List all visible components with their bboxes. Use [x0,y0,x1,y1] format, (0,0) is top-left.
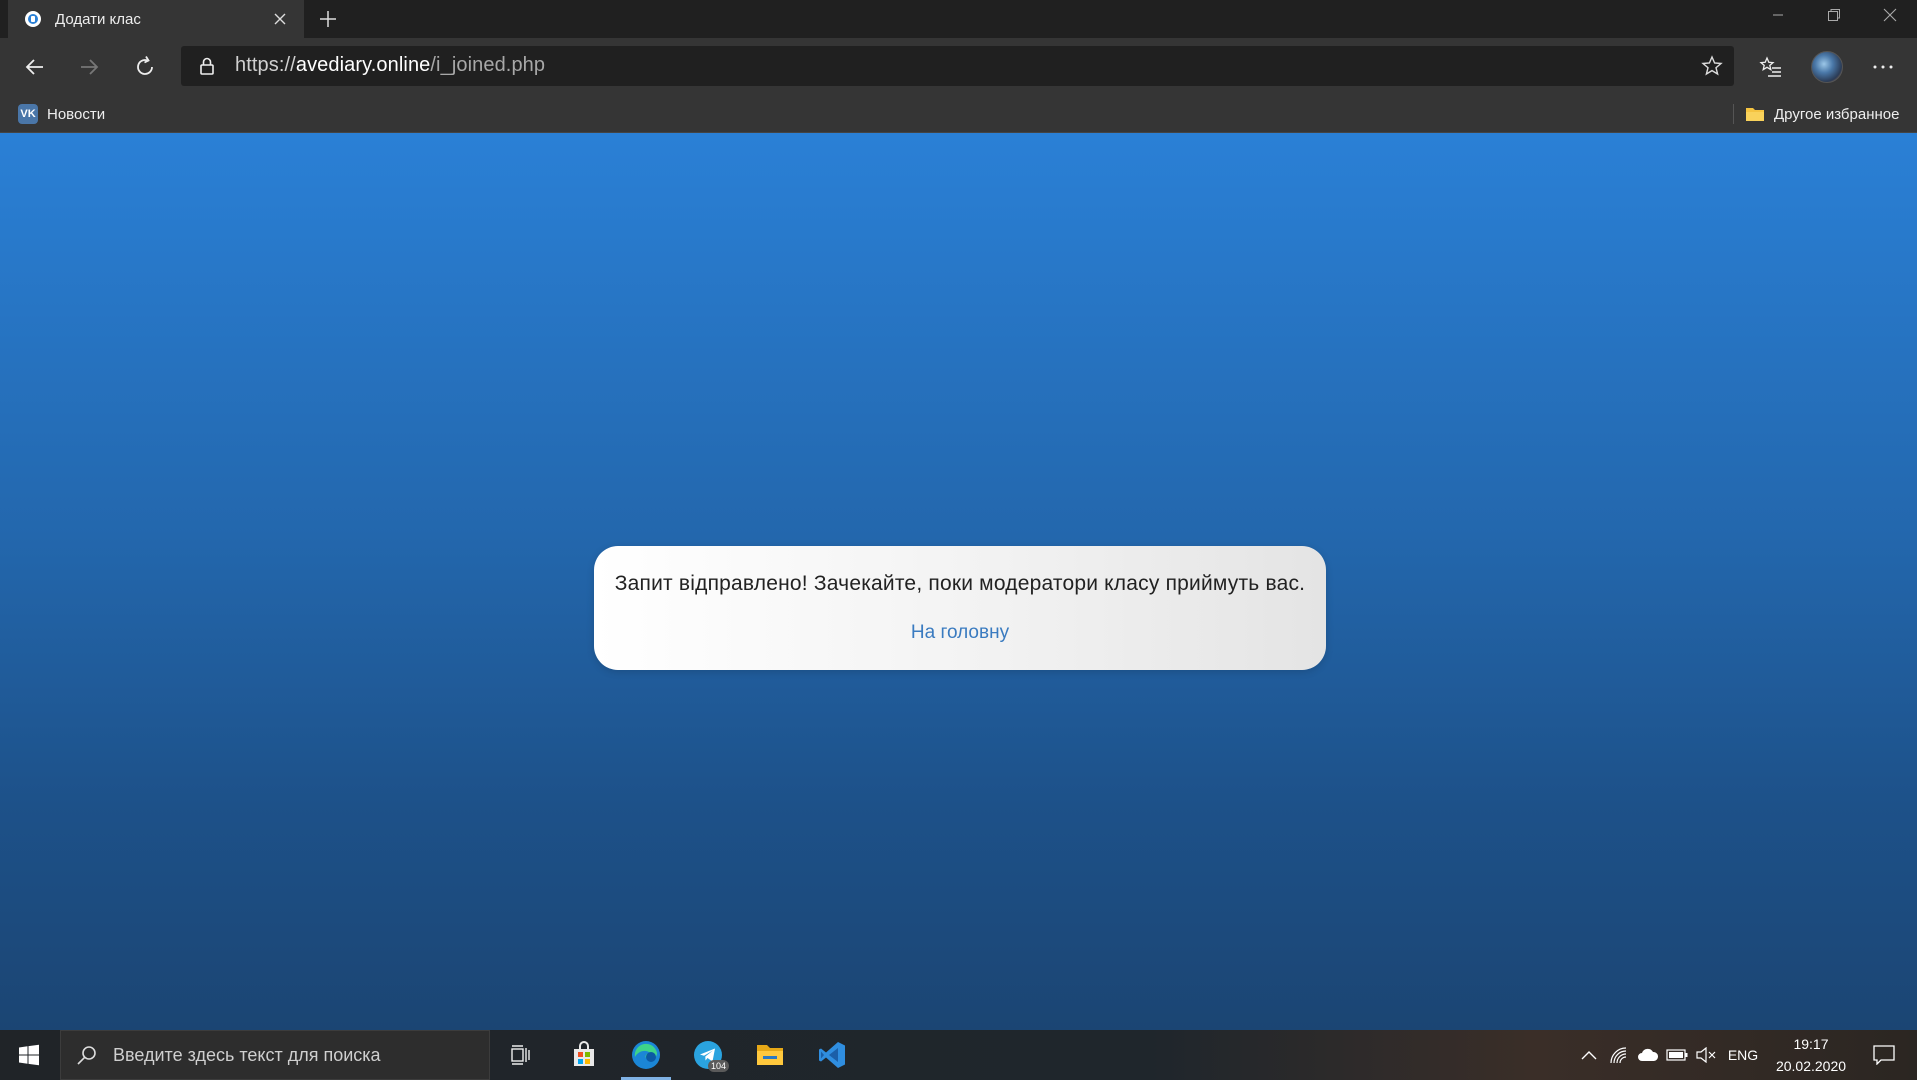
task-view-icon [511,1045,530,1065]
clock[interactable]: 19:17 20.02.2020 [1765,1033,1857,1077]
search-placeholder: Введите здесь текст для поиска [113,1044,381,1065]
taskbar-search-box[interactable]: Введите здесь текст для поиска [60,1030,490,1080]
task-view-button[interactable] [492,1030,550,1080]
bookmark-label: Другое избранное [1774,105,1900,123]
request-sent-dialog: Запит відправлено! Зачекайте, поки модер… [594,546,1326,670]
favorites-button[interactable] [1750,46,1792,88]
back-button[interactable] [14,46,56,88]
network-button[interactable] [1606,1030,1632,1080]
bookmark-label: Новости [47,105,106,123]
refresh-button[interactable] [124,46,166,88]
language-label: ENG [1727,1047,1759,1063]
profile-button[interactable] [1806,46,1848,88]
wifi-icon [1610,1047,1627,1064]
url-path: /i_joined.php [430,54,546,76]
url-text: https://avediary.online/i_joined.php [235,54,545,77]
taskbar-app-vscode[interactable] [803,1030,861,1080]
clock-time: 19:17 [1793,1036,1829,1052]
browser-toolbar: https://avediary.online/i_joined.php [0,38,1917,96]
taskbar-app-edge[interactable] [617,1030,675,1080]
cloud-icon [1638,1048,1659,1061]
tab-title: Додати клас [55,10,141,28]
show-hidden-icons-button[interactable] [1576,1030,1602,1080]
close-window-button[interactable] [1862,0,1917,30]
folder-icon [757,1045,783,1065]
bookmark-novosti[interactable]: VK Новости [18,96,105,132]
vk-icon: VK [18,104,38,124]
taskbar: Введите здесь текст для поиска 104 ENG 1… [0,1030,1917,1080]
bookmarks-divider [1733,104,1734,124]
avatar [1811,51,1843,83]
volume-button[interactable] [1693,1030,1719,1080]
bookmark-other-favorites[interactable]: Другое избранное [1745,96,1899,132]
search-icon [77,1046,96,1065]
forward-button[interactable] [68,46,110,88]
taskbar-app-store[interactable] [555,1030,613,1080]
tab-bar: Додати клас [0,0,1917,38]
onedrive-button[interactable] [1635,1030,1661,1080]
edge-icon [632,1041,660,1069]
folder-icon [1746,108,1764,121]
url-scheme: https:// [235,54,296,76]
language-indicator[interactable]: ENG [1724,1030,1762,1080]
restore-button[interactable] [1806,0,1862,30]
settings-menu-button[interactable] [1862,46,1904,88]
battery-icon [1666,1049,1688,1061]
windows-logo-icon [19,1044,39,1066]
battery-button[interactable] [1664,1030,1690,1080]
request-sent-message: Запит відправлено! Зачекайте, поки модер… [614,572,1306,595]
refresh-icon [137,56,153,75]
favorites-bar: VK Новости Другое избранное [0,96,1917,133]
vscode-icon [819,1042,845,1068]
store-icon [574,1041,594,1066]
lock-icon[interactable] [197,56,217,76]
browser-tab[interactable]: Додати клас [8,0,304,38]
forward-arrow-icon [81,59,99,75]
favorite-star-icon[interactable] [1700,54,1724,78]
action-center-button[interactable] [1864,1030,1904,1080]
taskbar-app-telegram[interactable]: 104 [679,1030,737,1080]
chevron-up-icon [1581,1051,1597,1060]
page-content: Запит відправлено! Зачекайте, поки модер… [0,133,1917,1030]
tab-close-icon[interactable] [268,7,292,31]
new-tab-button[interactable] [314,6,342,32]
more-dots-icon [1873,65,1893,69]
url-host: avediary.online [295,54,431,76]
minimize-button[interactable] [1750,0,1806,30]
site-favicon-icon [25,11,41,27]
volume-muted-icon [1696,1047,1716,1063]
back-arrow-icon [25,59,43,75]
home-link[interactable]: На головну [594,622,1326,644]
taskbar-app-file-explorer[interactable] [741,1030,799,1080]
favorites-list-icon [1759,56,1781,77]
start-button[interactable] [0,1030,58,1080]
telegram-badge: 104 [707,1060,729,1072]
notifications-icon [1873,1045,1895,1065]
clock-date: 20.02.2020 [1775,1058,1847,1074]
address-bar[interactable]: https://avediary.online/i_joined.php [181,46,1734,86]
